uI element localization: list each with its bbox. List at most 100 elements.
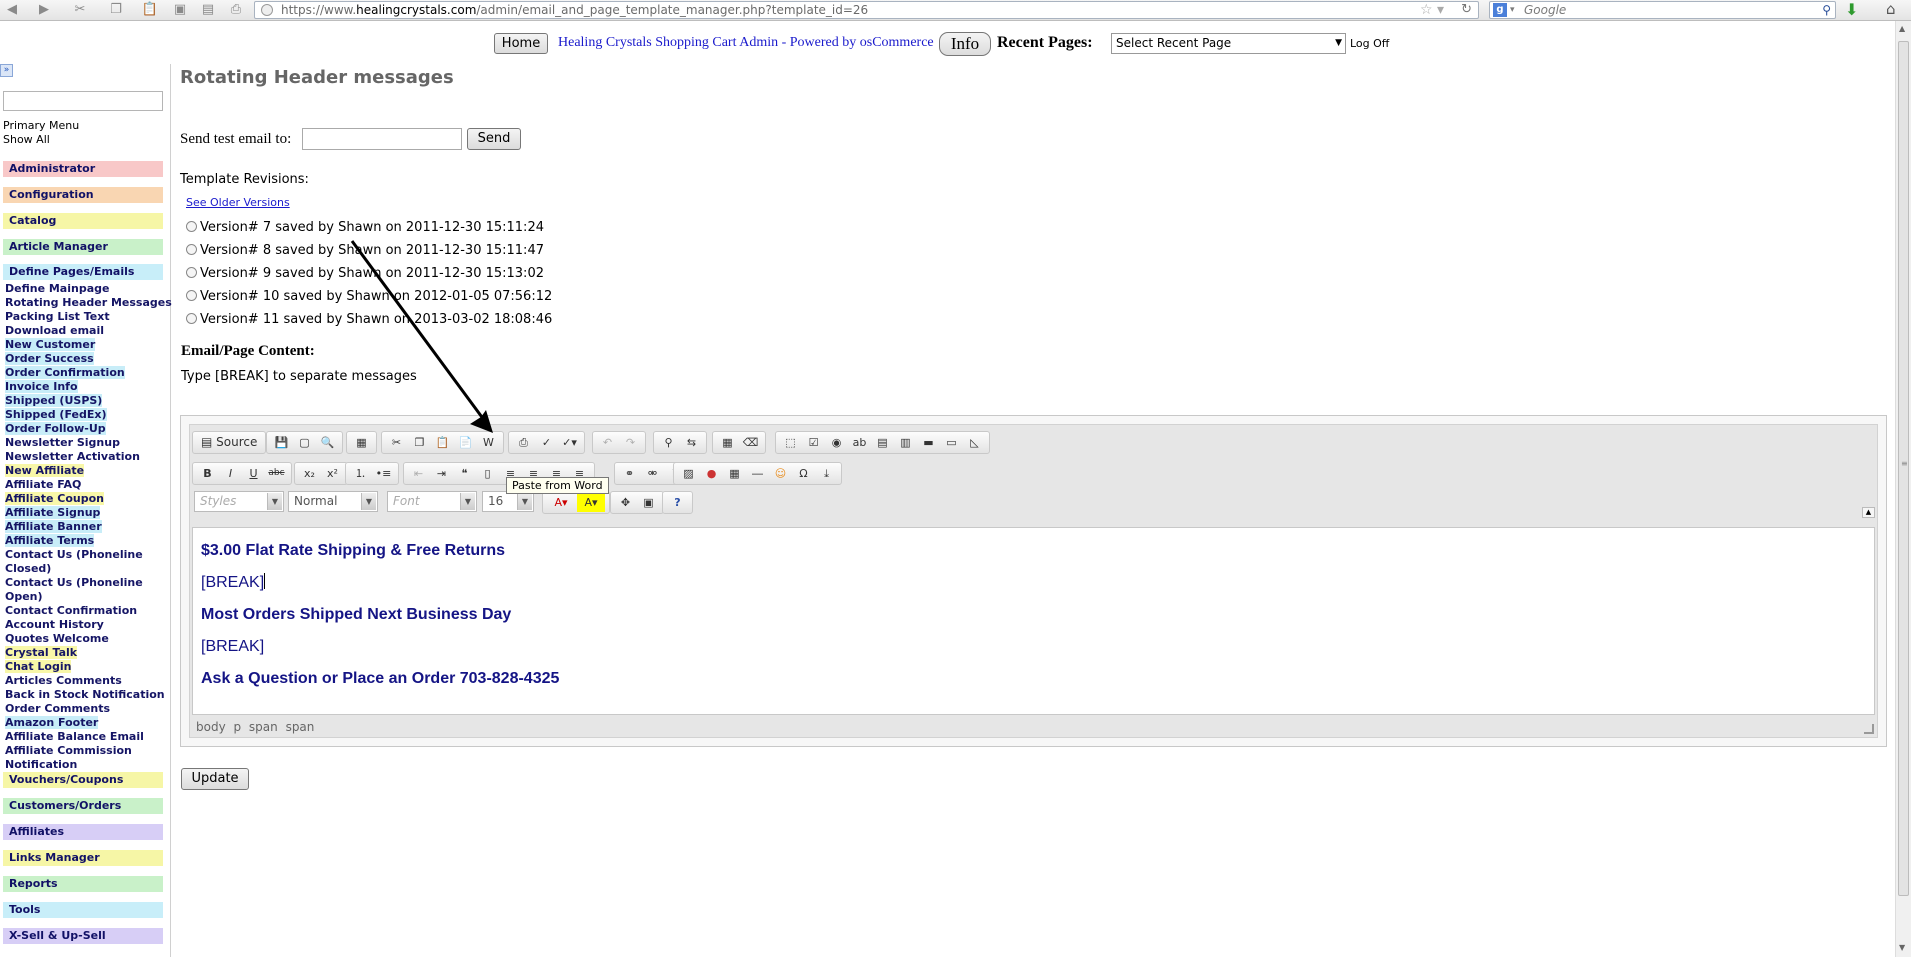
indent-icon[interactable]: ⇥ bbox=[431, 464, 452, 483]
outdent-icon[interactable]: ⇤ bbox=[408, 464, 429, 483]
cut-icon[interactable]: ✂ bbox=[70, 1, 90, 19]
image-icon[interactable]: ▨ bbox=[678, 464, 699, 483]
blockquote-icon[interactable]: ❝ bbox=[454, 464, 475, 483]
radio-icon[interactable]: ◉ bbox=[826, 433, 847, 452]
bulleted-list-icon[interactable]: •≡ bbox=[373, 464, 394, 483]
search-engine-dropdown-icon[interactable]: ▾ bbox=[1510, 2, 1515, 18]
save-icon[interactable]: 💾 bbox=[271, 433, 292, 452]
select-field-icon[interactable]: ▥ bbox=[895, 433, 916, 452]
sidebar-subitem[interactable]: Chat Login bbox=[5, 660, 72, 673]
sidebar-category[interactable]: Configuration bbox=[3, 187, 163, 203]
update-button[interactable]: Update bbox=[181, 768, 249, 790]
horizontal-rule-icon[interactable]: ― bbox=[747, 464, 768, 483]
sidebar-category[interactable]: Customers/Orders bbox=[3, 798, 163, 814]
sidebar-subitem[interactable]: New Customer bbox=[5, 338, 96, 351]
logoff-link[interactable]: Log Off bbox=[1350, 37, 1389, 50]
replace-icon[interactable]: ⇆ bbox=[681, 433, 702, 452]
revision-radio[interactable] bbox=[186, 313, 197, 324]
magnifier-icon[interactable]: ⚲ bbox=[1822, 2, 1831, 18]
link-icon[interactable]: ⚭ bbox=[619, 464, 640, 483]
show-all-link[interactable]: Show All bbox=[3, 133, 79, 147]
bg-color-icon[interactable]: A▾ bbox=[577, 493, 605, 512]
help-icon[interactable]: ? bbox=[667, 493, 688, 512]
older-versions-link[interactable]: See Older Versions bbox=[186, 196, 290, 209]
scroll-down-icon[interactable]: ▼ bbox=[1899, 943, 1905, 952]
sidebar-subitem[interactable]: Account History bbox=[5, 618, 104, 631]
cut-icon[interactable]: ✂ bbox=[386, 433, 407, 452]
sidebar-subitem[interactable]: Affiliate Banner bbox=[5, 520, 102, 533]
google-icon[interactable]: g bbox=[1493, 3, 1507, 17]
sidebar-subitem[interactable]: Affiliate Signup bbox=[5, 506, 101, 519]
star-icon[interactable]: ☆ ▾ bbox=[1420, 2, 1444, 18]
italic-icon[interactable]: I bbox=[220, 464, 241, 483]
paste-from-word-icon[interactable]: W bbox=[478, 433, 499, 452]
redo-icon[interactable]: ↷ bbox=[620, 433, 641, 452]
subscript-icon[interactable]: x₂ bbox=[299, 464, 320, 483]
resize-handle-icon[interactable] bbox=[1864, 724, 1874, 734]
table-icon[interactable]: ▦ bbox=[724, 464, 745, 483]
sidebar-subitem[interactable]: Order Comments bbox=[5, 702, 110, 715]
remove-format-icon[interactable]: ⌫ bbox=[740, 433, 761, 452]
font-combo[interactable]: Font ▼ bbox=[387, 491, 477, 512]
sidebar-subitem[interactable]: Articles Comments bbox=[5, 674, 122, 687]
new-page-icon[interactable]: ▢ bbox=[294, 433, 315, 452]
sidebar-subitem[interactable]: Quotes Welcome bbox=[5, 632, 109, 645]
home-icon[interactable]: ⌂ bbox=[1886, 0, 1896, 18]
source-button[interactable]: ▤ Source bbox=[197, 433, 261, 452]
bookmark-icon[interactable]: ▤ bbox=[198, 1, 218, 19]
sidebar-search-input[interactable] bbox=[3, 91, 163, 111]
sidebar-category[interactable]: Define Pages/Emails bbox=[3, 264, 163, 280]
revision-radio[interactable] bbox=[186, 267, 197, 278]
site-identity-icon[interactable] bbox=[261, 4, 273, 16]
recent-pages-select[interactable]: Select Recent Page ▼ bbox=[1111, 33, 1346, 54]
page-scrollbar[interactable]: ▲ ≡ ▼ bbox=[1895, 21, 1911, 957]
sidebar-subitem[interactable]: Contact Us (Phoneline bbox=[5, 576, 143, 589]
revision-radio[interactable] bbox=[186, 221, 197, 232]
image-button-icon[interactable]: ▭ bbox=[941, 433, 962, 452]
sidebar-subitem[interactable]: Notification bbox=[5, 758, 77, 771]
sidebar-subitem[interactable]: Rotating Header Messages bbox=[5, 296, 172, 309]
button-icon[interactable]: ▬ bbox=[918, 433, 939, 452]
reload-icon[interactable]: ↻ bbox=[1461, 2, 1472, 18]
copy-icon[interactable]: ❐ bbox=[409, 433, 430, 452]
paste-text-icon[interactable]: 📄 bbox=[455, 433, 476, 452]
info-button[interactable]: Info bbox=[939, 32, 991, 56]
window-icon[interactable]: ▣ bbox=[170, 1, 190, 19]
sidebar-subitem[interactable]: Contact Confirmation bbox=[5, 604, 137, 617]
collapse-toolbar-icon[interactable]: ▲ bbox=[1862, 507, 1875, 518]
sidebar-subitem[interactable]: Invoice Info bbox=[5, 380, 78, 393]
send-button[interactable]: Send bbox=[467, 128, 521, 150]
text-color-icon[interactable]: A▾ bbox=[547, 493, 575, 512]
collapse-sidebar-icon[interactable]: » bbox=[0, 64, 13, 77]
back-icon[interactable]: ◀ bbox=[2, 1, 22, 19]
format-combo[interactable]: Normal ▼ bbox=[288, 491, 378, 512]
editor-content-area[interactable]: $3.00 Flat Rate Shipping & Free Returns … bbox=[192, 527, 1875, 715]
div-container-icon[interactable]: ▯ bbox=[477, 464, 498, 483]
unlink-icon[interactable]: ⚮ bbox=[642, 464, 663, 483]
sidebar-subitem[interactable]: Back in Stock Notification bbox=[5, 688, 165, 701]
flash-icon[interactable]: ● bbox=[701, 464, 722, 483]
special-char-icon[interactable]: Ω bbox=[793, 464, 814, 483]
admin-title-link[interactable]: Healing Crystals Shopping Cart Admin - P… bbox=[558, 35, 934, 51]
sidebar-subitem[interactable]: Newsletter Signup bbox=[5, 436, 120, 449]
sidebar-subitem[interactable]: Affiliate Coupon bbox=[5, 492, 105, 505]
styles-combo[interactable]: Styles ▼ bbox=[194, 491, 284, 512]
sidebar-subitem[interactable]: Open) bbox=[5, 590, 43, 603]
sidebar-subitem[interactable]: Closed) bbox=[5, 562, 51, 575]
sidebar-subitem[interactable]: Order Follow-Up bbox=[5, 422, 106, 435]
sidebar-subitem[interactable]: Affiliate Balance Email bbox=[5, 730, 144, 743]
scroll-thumb[interactable]: ≡ bbox=[1898, 41, 1909, 896]
sidebar-subitem[interactable]: Newsletter Activation bbox=[5, 450, 140, 463]
find-icon[interactable]: ⚲ bbox=[658, 433, 679, 452]
home-button[interactable]: Home bbox=[494, 33, 548, 54]
sidebar-category[interactable]: X-Sell & Up-Sell bbox=[3, 928, 163, 944]
sidebar-subitem[interactable]: Affiliate FAQ bbox=[5, 478, 81, 491]
scroll-up-icon[interactable]: ▲ bbox=[1899, 24, 1905, 33]
revision-radio[interactable] bbox=[186, 290, 197, 301]
sidebar-category[interactable]: Links Manager bbox=[3, 850, 163, 866]
search-input[interactable]: g ▾ Google ⚲ bbox=[1489, 1, 1836, 19]
page-break-icon[interactable]: ⤓ bbox=[816, 464, 837, 483]
sidebar-subitem[interactable]: Shipped (USPS) bbox=[5, 394, 103, 407]
sidebar-category[interactable]: Administrator bbox=[3, 161, 163, 177]
sidebar-subitem[interactable]: Order Confirmation bbox=[5, 366, 125, 379]
